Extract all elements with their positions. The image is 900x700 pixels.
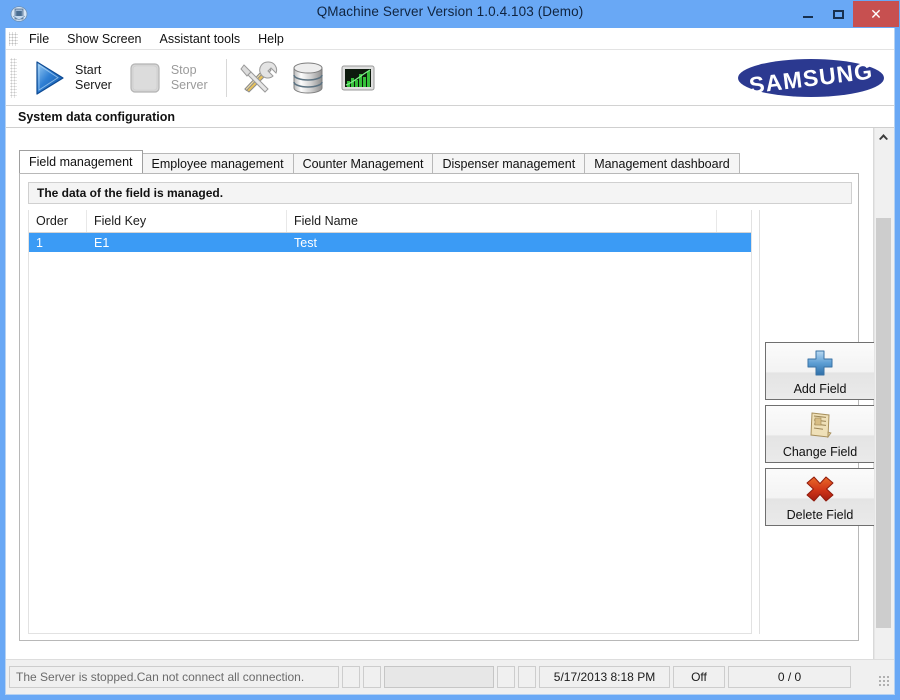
toolbar-separator (225, 58, 227, 97)
menu-bar: File Show Screen Assistant tools Help (6, 28, 894, 50)
menu-item-assistant-tools[interactable]: Assistant tools (151, 29, 250, 49)
menu-item-show-screen[interactable]: Show Screen (58, 29, 150, 49)
tab-dispenser-management[interactable]: Dispenser management (432, 153, 586, 173)
status-count: 0 / 0 (728, 665, 851, 688)
column-header-order[interactable]: Order (29, 210, 87, 232)
scrollbar-thumb[interactable] (876, 218, 891, 628)
grid-header-row: Order Field Key Field Name (29, 210, 751, 233)
section-header: System data configuration (6, 106, 894, 128)
menu-item-file[interactable]: File (20, 29, 58, 49)
database-button[interactable] (285, 54, 331, 102)
change-field-button[interactable]: Change Field (765, 405, 875, 463)
change-field-label: Change Field (782, 445, 858, 459)
application-window: QMachine Server Version 1.0.4.103 (Demo)… (0, 0, 900, 700)
start-server-label: Start Server (75, 62, 112, 92)
vertical-scrollbar[interactable] (874, 128, 892, 659)
menu-item-help[interactable]: Help (249, 29, 293, 49)
tab-panel-field-management: The data of the field is managed. Order … (19, 173, 875, 641)
toolbar-grip-handle[interactable] (10, 57, 17, 98)
panel-description-text: The data of the field is managed. (37, 186, 224, 200)
cell-order: 1 (36, 235, 43, 250)
client-area: File Show Screen Assistant tools Help St… (5, 28, 895, 695)
tab-employee-management[interactable]: Employee management (141, 153, 294, 173)
column-header-filler (717, 210, 751, 232)
minimize-button[interactable] (793, 1, 823, 27)
maximize-button[interactable] (823, 1, 853, 27)
table-row[interactable]: 1 E1 Test (29, 233, 751, 252)
field-data-grid[interactable]: Order Field Key Field Name 1 E1 Test (28, 210, 752, 634)
chart-button[interactable] (335, 54, 381, 102)
scroll-up-arrow-icon[interactable] (875, 128, 892, 145)
status-slot-2 (363, 665, 381, 688)
stop-server-label: Stop Server (170, 62, 208, 92)
tools-button[interactable] (235, 54, 281, 102)
panel-divider (759, 210, 760, 634)
section-title: System data configuration (18, 109, 175, 124)
column-header-field-key[interactable]: Field Key (87, 210, 287, 232)
tab-strip: Field management Employee management Cou… (19, 150, 740, 173)
status-datetime: 5/17/2013 8:18 PM (539, 665, 670, 688)
status-slot-3 (497, 665, 515, 688)
red-x-icon (766, 474, 874, 504)
add-field-label: Add Field (793, 382, 847, 396)
status-mode: Off (673, 665, 725, 688)
panel-description-bar: The data of the field is managed. (28, 182, 852, 204)
document-edit-icon (766, 411, 874, 441)
cell-field-name: Test (294, 235, 317, 250)
maximize-icon (832, 9, 844, 19)
window-controls: ✕ (793, 1, 899, 27)
chart-icon (338, 58, 378, 98)
stop-server-button[interactable]: Stop Server (120, 54, 214, 102)
status-bar: The Server is stopped.Can not connect al… (6, 659, 894, 693)
database-icon (288, 58, 328, 98)
start-server-button[interactable]: Start Server (24, 54, 118, 102)
delete-field-button[interactable]: Delete Field (765, 468, 875, 526)
tool-bar: Start Server Stop Server SAMSUNG (6, 50, 894, 106)
content-page: Field management Employee management Cou… (6, 128, 875, 659)
close-button[interactable]: ✕ (853, 1, 899, 27)
stop-square-icon (126, 58, 164, 98)
resize-grip[interactable] (878, 675, 889, 686)
minimize-icon (803, 16, 813, 18)
play-triangle-icon (30, 58, 68, 98)
title-bar: QMachine Server Version 1.0.4.103 (Demo)… (0, 0, 900, 28)
window-title: QMachine Server Version 1.0.4.103 (Demo) (316, 4, 584, 19)
status-slot-1 (342, 665, 360, 688)
plus-icon (766, 348, 874, 378)
column-header-field-name[interactable]: Field Name (287, 210, 717, 232)
samsung-logo: SAMSUNG (736, 56, 886, 100)
menu-grip-handle[interactable] (9, 31, 18, 46)
delete-field-label: Delete Field (786, 508, 854, 522)
status-slot-4 (518, 665, 536, 688)
tools-icon (238, 58, 278, 98)
tab-management-dashboard[interactable]: Management dashboard (584, 153, 740, 173)
status-progress-bar (384, 665, 494, 688)
cell-field-key: E1 (94, 235, 110, 250)
tab-counter-management[interactable]: Counter Management (292, 153, 434, 173)
tab-field-management[interactable]: Field management (19, 150, 143, 173)
add-field-button[interactable]: Add Field (765, 342, 875, 400)
status-message: The Server is stopped.Can not connect al… (9, 665, 339, 688)
cell-filler (717, 233, 751, 252)
